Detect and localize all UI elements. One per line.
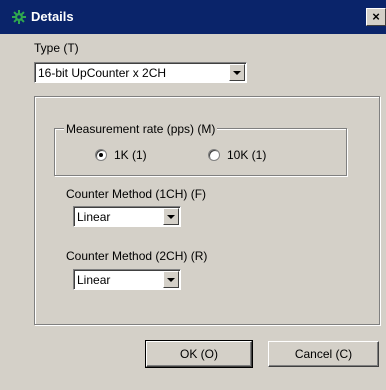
rate-1k-radio[interactable]	[95, 149, 107, 161]
type-select[interactable]: 16-bit UpCounter x 2CH	[34, 62, 247, 83]
rate-10k-label[interactable]: 10K (1)	[227, 148, 266, 162]
counter-1ch-select[interactable]: Linear	[73, 206, 181, 227]
type-select-value: 16-bit UpCounter x 2CH	[38, 66, 167, 80]
chevron-down-icon[interactable]	[163, 271, 179, 288]
counter-2ch-select[interactable]: Linear	[73, 269, 181, 290]
rate-1k-label[interactable]: 1K (1)	[114, 148, 147, 162]
close-button[interactable]: ×	[366, 8, 386, 26]
details-dialog: Details × Type (T) 16-bit UpCounter x 2C…	[0, 0, 386, 390]
ok-button[interactable]: OK (O)	[145, 340, 253, 368]
measurement-rate-label: Measurement rate (pps) (M)	[64, 122, 218, 136]
chevron-down-icon[interactable]	[163, 208, 179, 225]
type-label: Type (T)	[34, 41, 79, 55]
counter-2ch-value: Linear	[77, 273, 111, 287]
counter-1ch-label: Counter Method (1CH) (F)	[66, 187, 207, 201]
dialog-title: Details	[31, 9, 74, 24]
title-bar: Details ×	[0, 0, 386, 34]
cancel-button[interactable]: Cancel (C)	[268, 341, 379, 367]
chevron-down-icon[interactable]	[229, 64, 245, 81]
counter-1ch-value: Linear	[77, 210, 111, 224]
rate-10k-radio[interactable]	[208, 149, 220, 161]
gear-icon	[12, 10, 26, 24]
counter-2ch-label: Counter Method (2CH) (R)	[66, 249, 208, 263]
